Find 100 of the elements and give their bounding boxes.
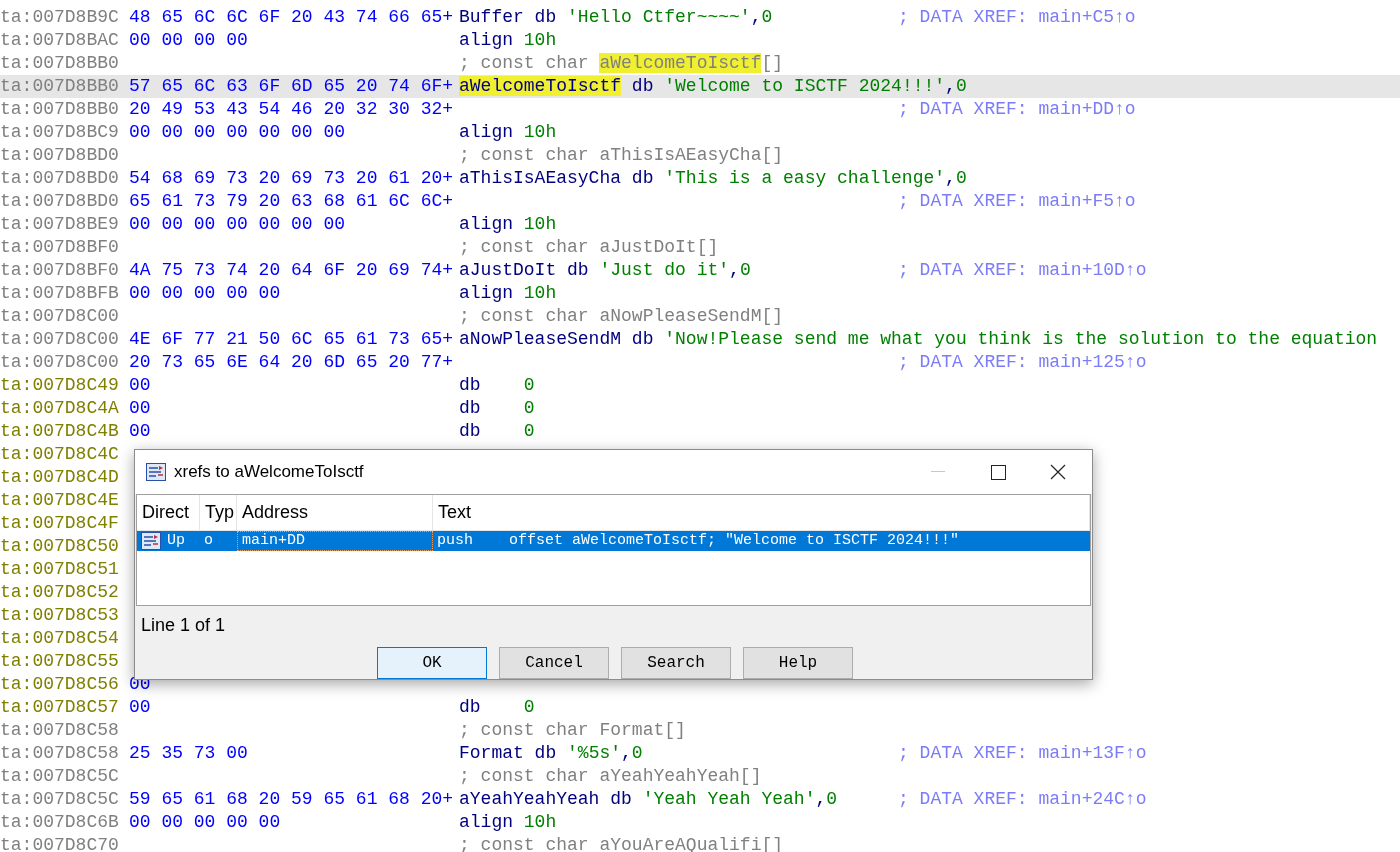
code-text: aNowPleaseSendM db 'Now!Please send me what you think is the solution to the equation xyxy=(459,328,1378,349)
xref-comment: ; DATA XREF: main+24C↑o xyxy=(898,787,1147,811)
address-text: ta:007D8BAC xyxy=(0,29,119,50)
address-text: ta:007D8BE9 xyxy=(0,213,119,234)
xref-comment: ; DATA XREF: main+125↑o xyxy=(898,350,1147,374)
address-text: ta:007D8BD0 xyxy=(0,190,119,211)
close-icon xyxy=(1050,464,1066,480)
address-text: ta:007D8BB0 xyxy=(0,98,119,119)
hex-bytes: 4A 75 73 74 20 64 6F 20 69 74+ xyxy=(129,259,454,280)
table-cell-text: push offset aWelcomeToIsctf; "Welcome to ISCTF 2024!!!" xyxy=(437,530,960,551)
address-text: ta:007D8BF0 xyxy=(0,236,119,257)
code-text: ; const char aThisIsAEasyCha[] xyxy=(459,144,784,165)
xref-icon xyxy=(141,532,161,550)
address-text: ta:007D8BD0 xyxy=(0,167,119,188)
code-text: db 0 xyxy=(459,374,535,395)
hex-bytes: 54 68 69 73 20 69 73 20 61 20+ xyxy=(129,167,454,188)
hex-bytes: 00 00 00 00 00 00 00 xyxy=(129,121,346,142)
code-text: Format db '%5s',0 xyxy=(459,742,643,763)
code-text: aJustDoIt db 'Just do it',0 xyxy=(459,259,751,280)
code-text: align 10h xyxy=(459,282,557,303)
address-text: ta:007D8C50 xyxy=(0,535,119,556)
code-text: aWelcomeToIsctf db 'Welcome to ISCTF 2024!!!',0 xyxy=(459,75,967,96)
xref-comment: ; DATA XREF: main+F5↑o xyxy=(898,189,1136,213)
dialog-button[interactable]: Cancel xyxy=(499,647,609,679)
address-text: ta:007D8BF0 xyxy=(0,259,119,280)
xref-row[interactable]: Up o main+DD push offset aWelcomeToIsctf; "Welcome to ISCTF 2024!!!" xyxy=(137,531,1090,551)
address-text: ta:007D8C00 xyxy=(0,328,119,349)
address-text: ta:007D8BFB xyxy=(0,282,119,303)
address-text: ta:007D8C00 xyxy=(0,351,119,372)
maximize-icon xyxy=(990,464,1006,480)
address-text: ta:007D8C57 xyxy=(0,696,119,717)
hex-bytes: 57 65 6C 63 6F 6D 65 20 74 6F+ xyxy=(129,75,454,96)
code-text: db 0 xyxy=(459,696,535,717)
hex-bytes: 00 xyxy=(129,397,151,418)
window-title: xrefs to aWelcomeToIsctf xyxy=(174,461,364,484)
hex-bytes: 00 00 00 00 00 xyxy=(129,282,281,303)
xref-comment: ; DATA XREF: main+DD↑o xyxy=(898,97,1136,121)
code-text: align 10h xyxy=(459,213,557,234)
address-text: ta:007D8C55 xyxy=(0,650,119,671)
hex-bytes: 59 65 61 68 20 59 65 61 68 20+ xyxy=(129,788,454,809)
code-text: ; const char aNowPleaseSendM[] xyxy=(459,305,784,326)
window-icon xyxy=(146,463,166,481)
status-text: Line 1 of 1 xyxy=(141,614,227,637)
address-text: ta:007D8C4C xyxy=(0,443,119,464)
address-text: ta:007D8C4B xyxy=(0,420,119,441)
code-text: aThisIsAEasyCha db 'This is a easy challenge',0 xyxy=(459,167,967,188)
xref-comment: ; DATA XREF: main+C5↑o xyxy=(898,5,1136,29)
code-text: db 0 xyxy=(459,397,535,418)
address-text: ta:007D8C58 xyxy=(0,719,119,740)
xref-comment: ; DATA XREF: main+13F↑o xyxy=(898,741,1147,765)
address-text: ta:007D8C52 xyxy=(0,581,119,602)
code-text: ; const char aJustDoIt[] xyxy=(459,236,719,257)
address-text: ta:007D8C4D xyxy=(0,466,119,487)
address-text: ta:007D8C6B xyxy=(0,811,119,832)
column-header[interactable]: Typ xyxy=(200,495,237,530)
address-text: ta:007D8C00 xyxy=(0,305,119,326)
code-text: ; const char aYeahYeahYeah[] xyxy=(459,765,762,786)
hex-bytes: 00 00 00 00 00 xyxy=(129,811,281,832)
code-text: ; const char Format[] xyxy=(459,719,686,740)
code-text: Buffer db 'Hello Ctfer~~~~',0 xyxy=(459,6,773,27)
table-cell-text: main+DD xyxy=(242,530,305,551)
table-cell-text: o xyxy=(204,530,213,551)
address-text: ta:007D8C5C xyxy=(0,788,119,809)
hex-bytes: 00 00 00 00 xyxy=(129,29,248,50)
address-text: ta:007D8BB0 xyxy=(0,75,119,96)
address-text: ta:007D8BC9 xyxy=(0,121,119,142)
code-text: align 10h xyxy=(459,121,557,142)
hex-bytes: 00 00 00 00 00 00 00 xyxy=(129,213,346,234)
column-header[interactable]: Direct xyxy=(137,495,200,530)
column-header[interactable]: Address xyxy=(237,495,433,530)
address-text: ta:007D8C56 xyxy=(0,673,119,694)
code-text: align 10h xyxy=(459,811,557,832)
code-text: db 0 xyxy=(459,420,535,441)
address-text: ta:007D8BD0 xyxy=(0,144,119,165)
dialog-button[interactable]: Help xyxy=(743,647,853,679)
hex-bytes: 4E 6F 77 21 50 6C 65 61 73 65+ xyxy=(129,328,454,349)
address-text: ta:007D8B9C xyxy=(0,6,119,27)
hex-bytes: 00 xyxy=(129,420,151,441)
address-text: ta:007D8C53 xyxy=(0,604,119,625)
hex-bytes: 65 61 73 79 20 63 68 61 6C 6C+ xyxy=(129,190,454,211)
hex-bytes: 20 73 65 6E 64 20 6D 65 20 77+ xyxy=(129,351,454,372)
address-text: ta:007D8C49 xyxy=(0,374,119,395)
column-header[interactable]: Text xyxy=(433,495,1090,530)
hex-bytes: 20 49 53 43 54 46 20 32 30 32+ xyxy=(129,98,454,119)
address-text: ta:007D8C51 xyxy=(0,558,119,579)
address-text: ta:007D8C4A xyxy=(0,397,119,418)
dialog-button[interactable]: Search xyxy=(621,647,731,679)
minimize-icon xyxy=(931,471,945,473)
table-cell-text: Up xyxy=(167,530,185,551)
hex-bytes: 00 xyxy=(129,374,151,395)
hex-bytes: 00 xyxy=(129,696,151,717)
address-text: ta:007D8C5C xyxy=(0,765,119,786)
address-text: ta:007D8C4E xyxy=(0,489,119,510)
code-text: aYeahYeahYeah db 'Yeah Yeah Yeah',0 xyxy=(459,788,838,809)
address-text: ta:007D8C70 xyxy=(0,834,119,852)
dialog-button[interactable]: OK xyxy=(377,647,487,679)
xref-comment: ; DATA XREF: main+10D↑o xyxy=(898,258,1147,282)
address-text: ta:007D8C54 xyxy=(0,627,119,648)
address-text: ta:007D8C4F xyxy=(0,512,119,533)
code-text: align 10h xyxy=(459,29,557,50)
